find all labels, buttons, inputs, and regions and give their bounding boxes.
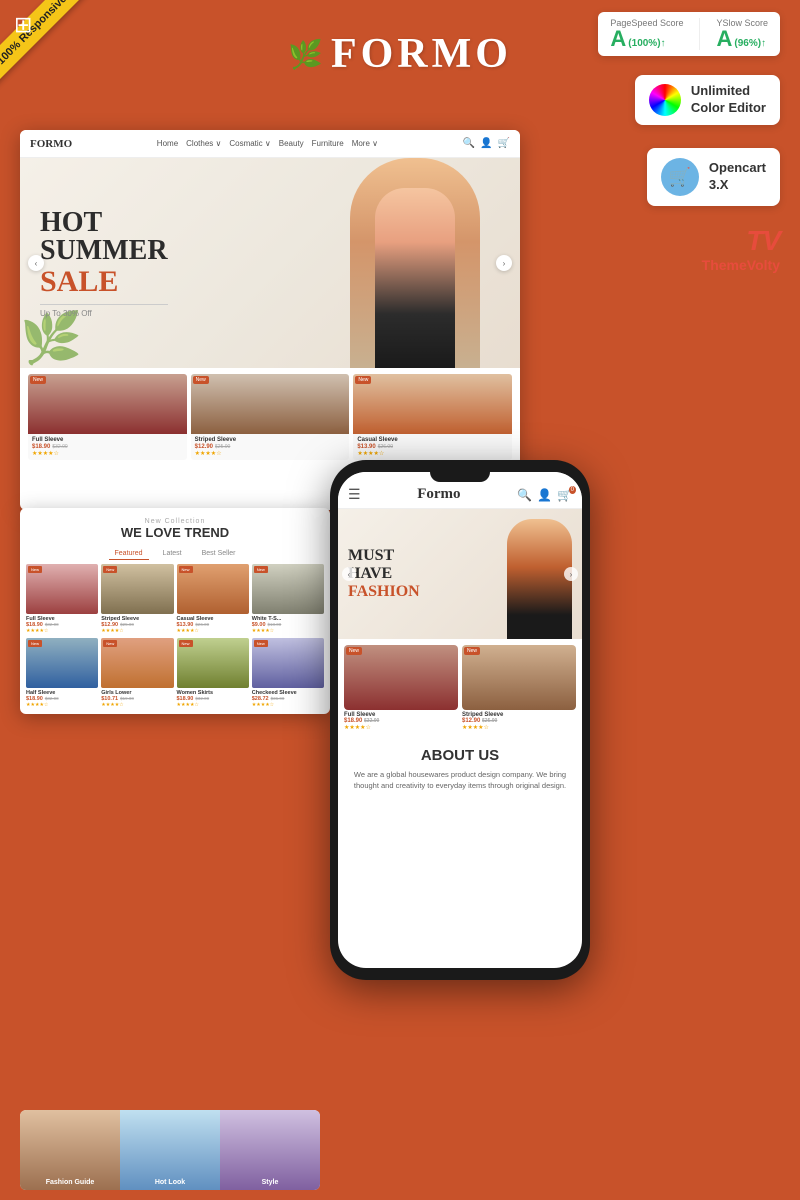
desktop-preview: FORMO Home Clothes ∨ Cosmatic ∨ Beauty F… [20, 130, 520, 510]
opencart-box: 🛒 Opencart 3.X [647, 148, 780, 206]
phone-user-icon[interactable]: 👤 [537, 488, 552, 502]
scores-box: PageSpeed Score A (100%)↑ YSlow Score A … [598, 12, 780, 56]
phone-search-icon[interactable]: 🔍 [517, 488, 532, 502]
themevolty-name: ThemeVolty [702, 257, 780, 273]
tab-featured[interactable]: Featured [109, 548, 149, 560]
products-grid: New Full Sleeve $18.90$32.00 ★★★★☆ New S… [28, 374, 512, 460]
nav-beauty[interactable]: Beauty [279, 139, 304, 148]
phone-hero-model [507, 519, 572, 639]
nav-furniture[interactable]: Furniture [312, 139, 344, 148]
phone-about-title: ABOUT US [348, 747, 572, 764]
user-icon[interactable]: 👤 [480, 138, 492, 149]
monitor-icon: ⊞ [14, 12, 32, 38]
prod-8: New Checkeed Sleeve $28.72$36.00 ★★★★☆ [252, 638, 324, 708]
opencart-cart-icon: 🛒 [661, 158, 699, 196]
phone-screen: ☰ Formo 🔍 👤 🛒0 MUST HAVE FASHION ‹ › N [338, 472, 582, 968]
phone-product-1: New Full Sleeve $18.90 $32.00 ★★★★☆ [344, 645, 458, 731]
bottom-fashion-strip: Fashion Guide Hot Look Style [20, 1110, 320, 1190]
cart-icon[interactable]: 🛒 [498, 138, 510, 149]
tab-bestseller[interactable]: Best Seller [196, 548, 242, 560]
prod-6: New Girls Lower $10.71$19.00 ★★★★☆ [101, 638, 173, 708]
search-icon[interactable]: 🔍 [463, 138, 475, 149]
hero-prev-button[interactable]: ‹ [28, 255, 44, 271]
prod-3: New Casual Sleeve $13.90$26.00 ★★★★☆ [177, 564, 249, 634]
pagespeed-score: PageSpeed Score A (100%)↑ [610, 18, 683, 50]
product-card-2: New Striped Sleeve $12.90$25.00 ★★★★☆ [191, 374, 350, 460]
nav-more[interactable]: More ∨ [352, 139, 378, 148]
phone-about: ABOUT US We are a global housewares prod… [338, 737, 582, 802]
phone-prev-button[interactable]: ‹ [342, 567, 356, 581]
product-image-2: New [191, 374, 350, 434]
phone-about-text: We are a global housewares product desig… [348, 769, 572, 792]
fashion-item-3: Style [220, 1110, 320, 1190]
phone-mockup: ☰ Formo 🔍 👤 🛒0 MUST HAVE FASHION ‹ › N [330, 460, 590, 980]
phone-hamburger-icon[interactable]: ☰ [348, 486, 361, 503]
we-love-trend-header: New Collection WE LOVE TREND [26, 514, 324, 544]
product-image-1: New [28, 374, 187, 434]
product-image-3: New [353, 374, 512, 434]
color-editor-box: Unlimited Color Editor [635, 75, 780, 125]
hero-banner: 🌿 HOT SUMMER SALE Up To 30% Off ‹ › [20, 158, 520, 368]
brand-name: FORMO [331, 30, 512, 78]
products-4-grid: New Full Sleeve $18.90$32.00 ★★★★☆ New S… [26, 564, 324, 634]
desktop-products-section: New Collection WE LOVE TREND Featured La… [20, 508, 330, 714]
mini-products: New Full Sleeve $18.90$32.00 ★★★★☆ New S… [20, 368, 520, 466]
fashion-item-2: Hot Look [120, 1110, 220, 1190]
nav-links: Home Clothes ∨ Cosmatic ∨ Beauty Furnitu… [84, 139, 450, 148]
nav-icons: 🔍 👤 🛒 [463, 138, 510, 149]
product-card-3: New Casual Sleeve $13.90$26.00 ★★★★☆ [353, 374, 512, 460]
hero-text: HOT SUMMER SALE Up To 30% Off [20, 189, 188, 338]
hero-model [350, 158, 480, 368]
products-row-2: New Half Sleeve $18.90$32.00 ★★★★☆ New G… [26, 638, 324, 708]
nav-home[interactable]: Home [157, 139, 178, 148]
nav-cosmatic[interactable]: Cosmatic ∨ [229, 139, 270, 148]
phone-brand-name: Formo [417, 486, 460, 503]
prod-2: New Striped Sleeve $12.90$25.00 ★★★★☆ [101, 564, 173, 634]
phone-next-button[interactable]: › [564, 567, 578, 581]
phone-nav-icons: 🔍 👤 🛒0 [517, 488, 572, 502]
color-editor-text: Unlimited Color Editor [691, 83, 766, 117]
phone-notch [430, 472, 490, 482]
phone-cart-icon[interactable]: 🛒0 [557, 488, 572, 502]
phone-hero: MUST HAVE FASHION ‹ › [338, 509, 582, 639]
brand-title-area: 🌿 FORMO [200, 30, 600, 78]
fashion-item-1: Fashion Guide [20, 1110, 120, 1190]
color-wheel-icon [649, 84, 681, 116]
product-card-1: New Full Sleeve $18.90$32.00 ★★★★☆ [28, 374, 187, 460]
prod-7: New Women Skirts $18.90$32.00 ★★★★☆ [177, 638, 249, 708]
nav-clothes[interactable]: Clothes ∨ [186, 139, 221, 148]
themevolty-logo: TV ThemeVolty [702, 225, 780, 273]
prod-1: New Full Sleeve $18.90$32.00 ★★★★☆ [26, 564, 98, 634]
phone-products: New Full Sleeve $18.90 $32.00 ★★★★☆ New … [338, 639, 582, 737]
yslow-score: YSlow Score A (96%)↑ [716, 18, 768, 50]
trend-tabs: Featured Latest Best Seller [26, 548, 324, 560]
prod-5: New Half Sleeve $18.90$32.00 ★★★★☆ [26, 638, 98, 708]
prod-4: New White T-S... $9.00$18.00 ★★★★☆ [252, 564, 324, 634]
preview-logo: FORMO [30, 138, 72, 150]
phone-product-2: New Striped Sleeve $12.90 $25.00 ★★★★☆ [462, 645, 576, 731]
preview-navbar: FORMO Home Clothes ∨ Cosmatic ∨ Beauty F… [20, 130, 520, 158]
opencart-text: Opencart 3.X [709, 160, 766, 194]
hero-next-button[interactable]: › [496, 255, 512, 271]
themevolty-tv: TV [702, 225, 780, 257]
tab-latest[interactable]: Latest [157, 548, 188, 560]
